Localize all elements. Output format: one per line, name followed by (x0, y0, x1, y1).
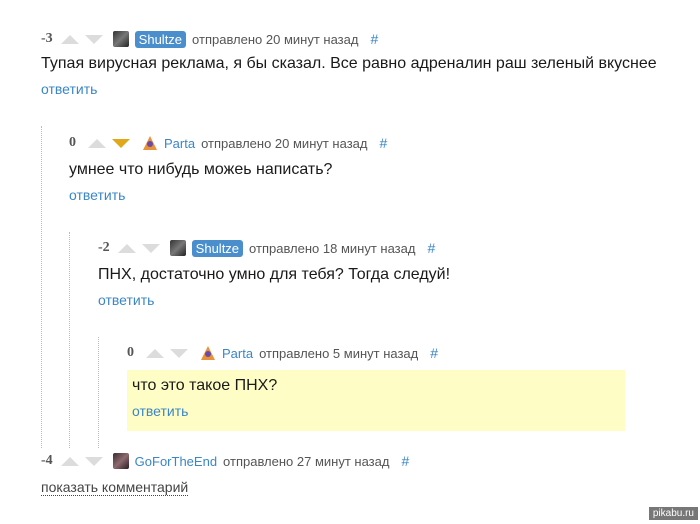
avatar[interactable] (169, 240, 186, 256)
reply-link[interactable]: ответить (41, 81, 97, 97)
upvote-icon[interactable] (88, 138, 106, 148)
permalink[interactable]: # (430, 345, 438, 361)
avatar[interactable] (112, 31, 129, 47)
username-link[interactable]: Parta (222, 346, 253, 361)
upvote-icon[interactable] (60, 456, 79, 466)
comment-timestamp: отправлено 27 минут назад (223, 453, 390, 469)
downvote-icon[interactable] (112, 138, 130, 148)
avatar[interactable] (112, 453, 129, 469)
username-link[interactable]: Shultze (134, 30, 187, 48)
watermark: pikabu.ru (648, 507, 698, 520)
comment-header: -3 Shultze отправлено 20 минут назад # (41, 30, 378, 48)
comment-text: умнее что нибудь можеь написать? (69, 161, 333, 178)
permalink[interactable]: # (401, 453, 409, 469)
permalink[interactable]: # (379, 135, 387, 151)
comment-header: 0 Parta отправлено 20 минут назад # (69, 134, 387, 152)
comment-text: что это такое ПНХ? (132, 377, 278, 394)
thread-guide-level1 (41, 126, 42, 448)
username-link[interactable]: GoForTheEnd (135, 454, 217, 469)
comment-score: 0 (127, 345, 134, 360)
permalink[interactable]: # (427, 240, 435, 256)
comment-timestamp: отправлено 20 минут назад (192, 31, 359, 47)
comment-score: 0 (69, 135, 76, 150)
comment-text: Тупая вирусная реклама, я бы сказал. Все… (41, 55, 657, 72)
upvote-icon[interactable] (60, 34, 79, 44)
permalink[interactable]: # (370, 31, 378, 47)
username-link[interactable]: Shultze (191, 239, 244, 257)
downvote-icon[interactable] (170, 348, 188, 358)
reply-link[interactable]: ответить (98, 292, 154, 308)
comment-header: -4 GoForTheEnd отправлено 27 минут назад… (41, 452, 409, 470)
comment-timestamp: отправлено 18 минут назад (249, 240, 416, 256)
comment-score: -3 (41, 31, 53, 46)
comment-header: -2 Shultze отправлено 18 минут назад # (98, 239, 435, 257)
username-link[interactable]: Parta (164, 136, 195, 151)
comment-timestamp: отправлено 5 минут назад (259, 345, 419, 361)
show-comment-link[interactable]: показать комментарий (41, 479, 189, 496)
comment-text: ПНХ, достаточно умно для тебя? Тогда сле… (98, 266, 451, 283)
downvote-icon[interactable] (141, 243, 160, 253)
avatar[interactable] (142, 135, 158, 151)
comment-score: -4 (41, 453, 53, 468)
thread-guide-level2 (69, 232, 70, 448)
downvote-icon[interactable] (84, 34, 103, 44)
comment-timestamp: отправлено 20 минут назад (201, 135, 368, 151)
upvote-icon[interactable] (117, 243, 136, 253)
upvote-icon[interactable] (146, 348, 164, 358)
comment-score: -2 (98, 240, 110, 255)
avatar[interactable] (200, 345, 216, 361)
downvote-icon[interactable] (84, 456, 103, 466)
thread-guide-level3 (98, 337, 99, 448)
reply-link[interactable]: ответить (69, 187, 125, 203)
reply-link[interactable]: ответить (132, 403, 188, 419)
comment-header: 0 Parta отправлено 5 минут назад # (127, 344, 438, 362)
